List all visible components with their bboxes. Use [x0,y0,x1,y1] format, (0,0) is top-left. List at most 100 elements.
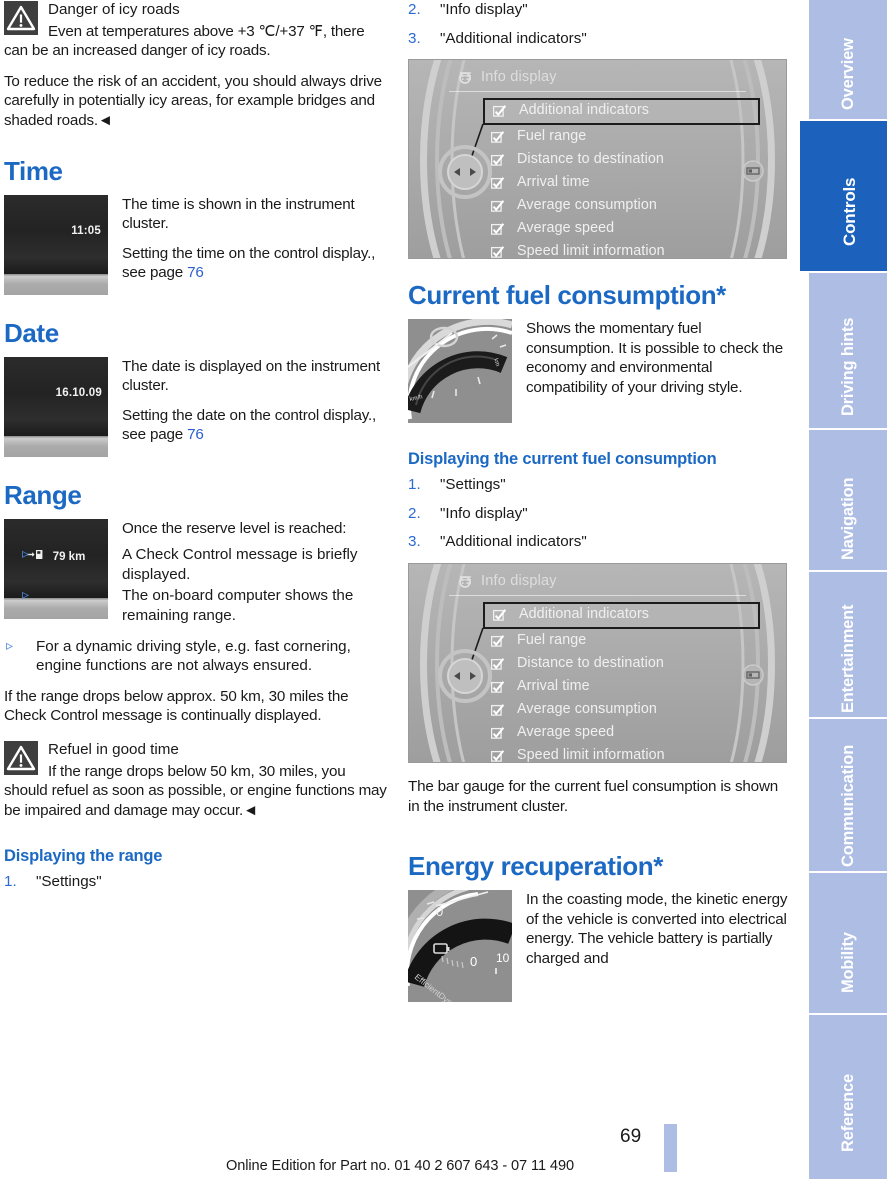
time-paragraph-2: Setting the time on the control display.… [122,244,376,282]
list-item: A Check Control message is briefly displ… [4,544,387,584]
fuel-consumption-gauge-image: km km/h [408,319,512,424]
checkbox-checked-icon [490,198,505,212]
warning-body: If the range drops below 50 km, 30 miles… [4,762,387,819]
menu-item-additional-indicators[interactable]: Additional indicators [483,98,760,126]
time-block: 11:05 The time is shown in the instrumen… [4,194,387,301]
menu-item-distance-to-destination[interactable]: Distance to destination [489,148,760,171]
nav-tab-label: Communication [839,744,857,867]
nav-tab-label: Entertainment [839,604,857,713]
nav-tab-label: Navigation [839,477,857,560]
date-paragraph-2: Setting the date on the control display.… [122,406,377,444]
left-column: Danger of icy roads Even at temperatures… [4,0,387,903]
nav-tab-label: Driving hints [839,317,857,416]
checkbox-checked-icon [490,748,505,762]
checkbox-checked-icon [490,656,505,670]
menu-item-additional-indicators[interactable]: Additional indicators [483,601,760,629]
nav-tab-communication[interactable]: Communication [809,719,887,871]
menu-item-fuel-range[interactable]: Fuel range [489,629,760,652]
warning-block-icy-roads: Danger of icy roads Even at temperatures… [4,0,387,61]
range-bullet-list-2: For a dynamic driving style, e.g. fast c… [4,636,387,676]
range-block: 79 km Once the reserve level is reached:… [4,518,387,637]
nav-tab-entertainment[interactable]: Entertainment [809,572,887,717]
checkbox-checked-icon [490,633,505,647]
warning-block-refuel: Refuel in good time If the range drops b… [4,740,387,820]
menu-item-average-speed[interactable]: Average speed [489,721,760,744]
menu-item-distance-to-destination[interactable]: Distance to destination [489,652,760,675]
gauge-label-zero: 0 [470,954,477,969]
range-paragraph: If the range drops below approx. 50 km, … [4,687,349,725]
time-page-ref[interactable]: 76 [187,264,204,281]
checkbox-checked-icon [490,221,505,235]
date-block: 16.10.09 The date is displayed on the in… [4,356,387,463]
checkbox-checked-icon [490,725,505,739]
svg-text:0: 0 [436,904,443,919]
idrive-info-display-screenshot-1: Info display Additional indicators Fuel … [408,59,787,260]
idrive-controller-icon [437,648,493,704]
menu-item-speed-limit-information[interactable]: Speed limit information [489,744,760,762]
menu-item-average-speed[interactable]: Average speed [489,217,760,240]
menu-item-average-consumption[interactable]: Average consumption [489,194,760,217]
nav-tab-label: Mobility [839,932,857,993]
section-heading-range: Range [4,479,82,510]
instrument-cluster-date-image: 16.10.09 [4,356,108,457]
displaying-range-steps-continued: "Info display" "Additional indicators" [408,0,791,48]
nav-tab-mobility[interactable]: Mobility [809,873,887,1013]
idrive-menu-list-1: Additional indicators Fuel range Distanc… [483,98,760,258]
displaying-fuel-consumption-steps: "Settings" "Info display" "Additional in… [408,475,791,552]
warning-triangle-icon [4,1,38,35]
nav-tab-driving-hints[interactable]: Driving hints [809,273,887,428]
menu-item-average-consumption[interactable]: Average consumption [489,698,760,721]
instrument-cluster-time-image: 11:05 [4,194,108,295]
idrive-menu-list-2: Additional indicators Fuel range Distanc… [483,601,760,762]
nav-tab-label: Overview [839,37,857,110]
menu-item-arrival-time[interactable]: Arrival time [489,171,760,194]
warning-body: Even at temperatures above +3 ℃/+37 ℉, t… [4,22,365,60]
fuel-consumption-block: km km/h Shows the momentary fuel consump… [408,319,791,427]
fuel-consumption-closing-paragraph: The bar gauge for the current fuel consu… [408,777,779,815]
manual-page: Danger of icy roads Even at temperatures… [0,0,887,1179]
nav-tab-navigation[interactable]: Navigation [809,430,887,570]
list-item: "Additional indicators" [408,532,587,551]
nav-tab-label: Controls [839,177,859,246]
nav-tab-reference[interactable]: Reference [809,1015,887,1179]
section-heading-current-fuel-consumption: Current fuel consumption* [408,280,726,311]
warning-title: Danger of icy roads [48,1,180,18]
warning-title: Refuel in good time [48,740,179,758]
right-column: "Info display" "Additional indicators" I… [408,0,791,1006]
checkbox-checked-icon [490,244,505,258]
warning-triangle-icon [4,740,38,775]
displaying-range-steps: "Settings" [4,872,387,892]
gauge-label-ten: 10 [496,951,510,965]
menu-item-arrival-time[interactable]: Arrival time [489,675,760,698]
section-heading-energy-recuperation: Energy recuperation* [408,851,663,882]
idrive-info-display-screenshot-2: Info display Additional indicators Fuel … [408,562,787,763]
list-item: For a dynamic driving style, e.g. fast c… [4,636,387,676]
subheading-displaying-current-fuel-consumption: Displaying the current fuel consumption [408,450,717,469]
checkbox-checked-icon [492,608,507,621]
checkbox-checked-icon [490,175,505,189]
list-item: "Settings" [408,475,506,494]
list-item: "Info display" [408,504,528,523]
menu-item-fuel-range[interactable]: Fuel range [489,125,760,148]
checkbox-checked-icon [490,702,505,716]
energy-recuperation-gauge-image: 0 0 10 EfficientDynamics [408,890,512,1003]
cluster-time-value: 11:05 [71,224,101,237]
cluster-date-value: 16.10.09 [55,386,102,399]
list-item: "Settings" [4,872,102,891]
date-page-ref[interactable]: 76 [187,426,204,443]
page-number: 69 [620,1126,642,1147]
checkbox-checked-icon [492,104,507,117]
icy-roads-paragraph: To reduce the risk of an accident, you s… [4,72,382,129]
footer-note: Online Edition for Part no. 01 40 2 607 … [226,1158,574,1174]
menu-item-speed-limit-information[interactable]: Speed limit information [489,240,760,258]
idrive-controller-icon [437,144,493,200]
subheading-displaying-the-range: Displaying the range [4,847,163,866]
section-heading-time: Time [4,155,63,186]
nav-tab-controls[interactable]: Controls [800,121,887,271]
energy-recuperation-block: 0 0 10 EfficientDynamics In the coasting [408,890,791,1006]
nav-tab-overview[interactable]: Overview [809,0,887,119]
checkbox-checked-icon [490,152,505,166]
list-item: "Info display" [408,0,528,19]
checkbox-checked-icon [490,679,505,693]
section-heading-date: Date [4,317,59,348]
